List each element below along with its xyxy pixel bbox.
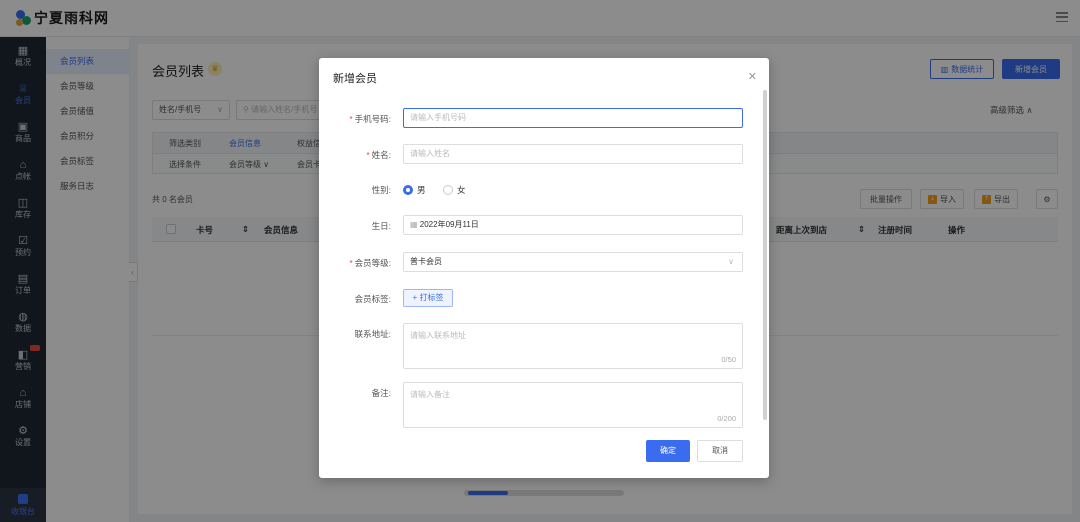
confirm-button[interactable]: 确定 (646, 440, 690, 462)
calendar-icon: ▦ (410, 220, 420, 229)
add-tag-button[interactable]: + 打标签 (403, 289, 453, 307)
gender-male-label[interactable]: 男 (417, 184, 426, 196)
gender-male-radio[interactable] (403, 185, 413, 195)
remark-char-count: 0/200 (717, 414, 736, 423)
name-input[interactable]: 请输入姓名 (403, 144, 743, 164)
remark-label: 备注: (371, 388, 391, 398)
remark-textarea[interactable]: 请输入备注 0/200 (403, 382, 743, 428)
birthday-value: 2022年09月11日 (419, 220, 479, 229)
address-char-count: 0/50 (721, 355, 736, 364)
phone-input[interactable]: 请输入手机号码 (403, 108, 743, 128)
address-label: 联系地址: (354, 329, 391, 339)
level-label: * 会员等级: (349, 258, 391, 268)
tag-label: 会员标签: (354, 294, 391, 304)
phone-label: * 手机号码: (349, 114, 391, 124)
dialog-scrollbar[interactable] (763, 90, 767, 420)
add-member-dialog: 新增会员 ✕ * 手机号码: 请输入手机号码 * 姓名: 请输入姓名 性别: 男 女… (319, 58, 769, 478)
birthday-picker[interactable]: ▦ 2022年09月11日 (403, 215, 743, 235)
remark-placeholder: 请输入备注 (410, 390, 450, 399)
close-icon[interactable]: ✕ (748, 70, 757, 83)
gender-label: 性别: (371, 185, 391, 195)
address-textarea[interactable]: 请输入联系地址 0/50 (403, 323, 743, 369)
birthday-label: 生日: (371, 221, 391, 231)
cancel-button[interactable]: 取消 (697, 440, 743, 462)
name-label: * 姓名: (366, 150, 391, 160)
member-level-select[interactable]: 普卡会员 ∨ (403, 252, 743, 272)
gender-female-radio[interactable] (443, 185, 453, 195)
chevron-down-icon: ∨ (728, 257, 734, 266)
dialog-title: 新增会员 (333, 73, 377, 85)
address-placeholder: 请输入联系地址 (410, 331, 466, 340)
member-level-value: 普卡会员 (410, 257, 442, 266)
gender-female-label[interactable]: 女 (457, 184, 466, 196)
